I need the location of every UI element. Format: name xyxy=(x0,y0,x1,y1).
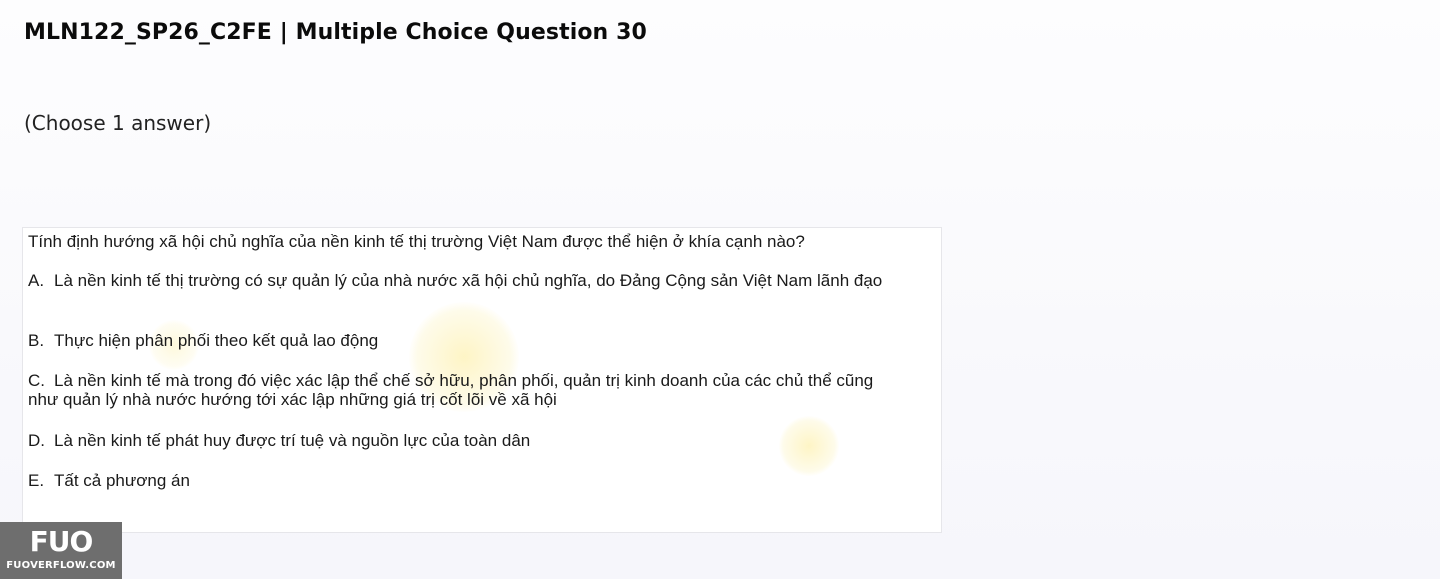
option-letter: D. xyxy=(28,431,45,450)
option-text: Thực hiện phân phối theo kết quả lao độn… xyxy=(54,331,379,350)
option-c: C. Là nền kinh tế mà trong đó việc xác lậ… xyxy=(28,371,888,409)
page-title: MLN122_SP26_C2FE | Multiple Choice Quest… xyxy=(24,20,647,45)
option-text: Là nền kinh tế mà trong đó việc xác lập … xyxy=(28,371,874,409)
fuoverflow-logo: FUO FUOVERFLOW.COM xyxy=(0,522,122,579)
option-e: E. Tất cả phương án xyxy=(28,471,888,490)
answer-instruction: (Choose 1 answer) xyxy=(24,111,212,135)
option-letter: C. xyxy=(28,371,45,390)
logo-site-text: FUOVERFLOW.COM xyxy=(6,560,116,571)
option-b: B. Thực hiện phân phối theo kết quả lao đ… xyxy=(28,331,888,350)
option-text: Tất cả phương án xyxy=(54,471,190,490)
option-text: Là nền kinh tế phát huy được trí tuệ và … xyxy=(54,431,531,450)
option-text: Là nền kinh tế thị trường có sự quản lý … xyxy=(54,271,883,290)
question-text: Tính định hướng xã hội chủ nghĩa của nền… xyxy=(28,232,805,251)
option-letter: E. xyxy=(28,471,45,490)
option-d: D. Là nền kinh tế phát huy được trí tuệ v… xyxy=(28,431,888,450)
option-letter: A. xyxy=(28,271,45,290)
question-image: Tính định hướng xã hội chủ nghĩa của nền… xyxy=(22,227,942,533)
option-a: A. Là nền kinh tế thị trường có sự quản l… xyxy=(28,271,888,290)
option-letter: B. xyxy=(28,331,45,350)
logo-mark: FUO xyxy=(29,525,94,558)
